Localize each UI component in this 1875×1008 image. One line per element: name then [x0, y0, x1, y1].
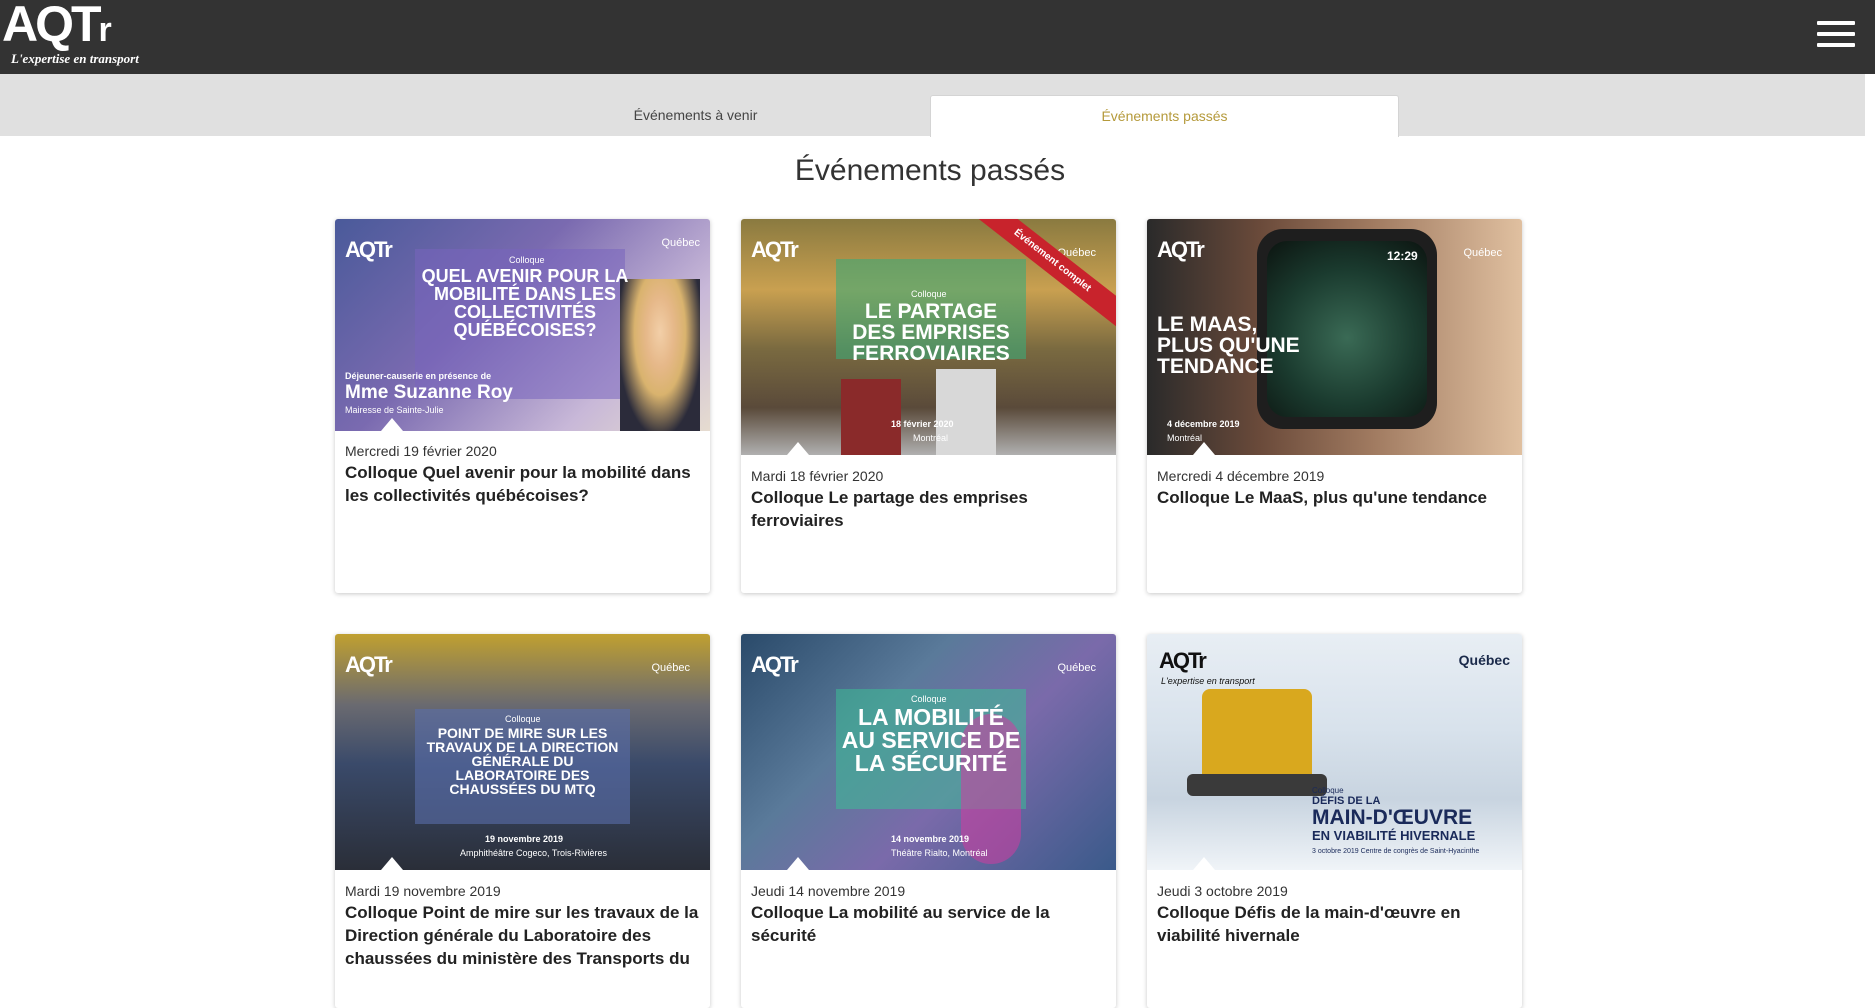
- image-footer: 3 octobre 2019 Centre de congrès de Sain…: [1312, 848, 1480, 855]
- event-date: Mardi 18 février 2020: [751, 468, 884, 484]
- image-heading: Le MaaS, plus qu'une tendance: [1157, 313, 1300, 378]
- tab-past-events[interactable]: Événements passés: [930, 95, 1399, 137]
- image-quebec-logo: Québec: [651, 662, 690, 674]
- event-card[interactable]: AQTr Québec Colloque Point de mire sur l…: [335, 634, 710, 1008]
- image-quebec-logo: Québec: [661, 237, 700, 249]
- image-small-label: Colloque: [509, 255, 545, 265]
- event-title[interactable]: Colloque La mobilité au service de la sé…: [751, 901, 1106, 947]
- image-aqtr-logo: AQTr: [751, 237, 799, 262]
- event-date: Jeudi 3 octobre 2019: [1157, 883, 1288, 899]
- logo-wordmark: AQTr: [2, 0, 112, 52]
- image-guest-intro: Déjeuner-causerie en présence de: [345, 371, 492, 381]
- tab-upcoming-events[interactable]: Événements à venir: [463, 95, 928, 136]
- image-guest-name: Mme Suzanne Roy: [345, 382, 513, 403]
- event-title[interactable]: Colloque Le MaaS, plus qu'une tendance: [1157, 486, 1512, 509]
- event-date: Mardi 19 novembre 2019: [345, 883, 501, 899]
- event-card[interactable]: AQTr Québec Colloque Quel avenir pour la…: [335, 219, 710, 593]
- event-date: Mercredi 4 décembre 2019: [1157, 468, 1325, 484]
- image-small-label: Colloque: [911, 289, 947, 299]
- image-heading-bottom: en viabilité hivernale: [1312, 828, 1476, 843]
- image-aqtr-logo: AQTr: [345, 652, 393, 677]
- event-card[interactable]: AQTr Québec Colloque La mobilité au serv…: [741, 634, 1116, 1008]
- event-image: AQTr Québec Colloque La mobilité au serv…: [741, 634, 1116, 870]
- event-card[interactable]: AQTr L'expertise en transport Québec Col…: [1147, 634, 1522, 1008]
- hamburger-menu-icon[interactable]: [1817, 21, 1855, 51]
- events-tab-bar: Événements à venir Événements passés: [0, 74, 1865, 137]
- aqtr-logo[interactable]: AQTr L'expertise en transport: [2, 0, 172, 74]
- image-event-date: 18 février 2020: [891, 419, 954, 429]
- image-small-label: Colloque: [911, 694, 947, 704]
- image-event-date: 4 décembre 2019: [1167, 419, 1240, 429]
- event-title[interactable]: Colloque Le partage des emprises ferrovi…: [751, 486, 1106, 532]
- image-event-place: Théâtre Rialto, Montréal: [891, 848, 988, 858]
- image-event-date: 19 novembre 2019: [485, 834, 564, 844]
- event-image: 12:29 AQTr Québec Le MaaS, plus qu'une t…: [1147, 219, 1522, 455]
- event-image: AQTr Québec Colloque Le partage des empr…: [741, 219, 1116, 455]
- image-event-place: Montréal: [913, 433, 949, 443]
- event-image: AQTr L'expertise en transport Québec Col…: [1147, 634, 1522, 870]
- image-guest-role: Mairesse de Sainte-Julie: [345, 405, 444, 415]
- event-date: Jeudi 14 novembre 2019: [751, 883, 906, 899]
- event-title[interactable]: Colloque Quel avenir pour la mobilité da…: [345, 461, 700, 507]
- image-quebec-logo: Québec: [1458, 652, 1510, 668]
- event-image: AQTr Québec Colloque Quel avenir pour la…: [335, 219, 710, 431]
- image-aqtr-logo: AQTr: [751, 652, 799, 677]
- image-aqtr-logo: AQTr: [1157, 237, 1205, 262]
- event-title[interactable]: Colloque Défis de la main-d'œuvre en via…: [1157, 901, 1512, 947]
- image-aqtr-tagline: L'expertise en transport: [1161, 676, 1255, 686]
- image-aqtr-logo: AQTr: [1159, 648, 1207, 673]
- event-image: AQTr Québec Colloque Point de mire sur l…: [335, 634, 710, 870]
- event-card[interactable]: 12:29 AQTr Québec Le MaaS, plus qu'une t…: [1147, 219, 1522, 593]
- image-heading: Le partage des emprises ferroviaires: [852, 300, 1010, 365]
- page-title: Événements passés: [794, 154, 1066, 187]
- logo-tagline: L'expertise en transport: [11, 51, 139, 66]
- watch-clock: 12:29: [1387, 249, 1418, 263]
- event-title[interactable]: Colloque Point de mire sur les travaux d…: [345, 901, 700, 970]
- image-heading: Point de mire sur les travaux de la dire…: [426, 725, 619, 797]
- guest-portrait: [620, 279, 700, 431]
- image-small-label: Colloque: [1312, 786, 1344, 795]
- event-card[interactable]: AQTr Québec Colloque Le partage des empr…: [741, 219, 1116, 593]
- image-event-place: Amphithéâtre Cogeco, Trois-Rivières: [460, 848, 608, 858]
- event-date: Mercredi 19 février 2020: [345, 443, 497, 459]
- image-heading: Quel avenir pour la mobilité dans les co…: [421, 266, 629, 340]
- image-quebec-logo: Québec: [1057, 662, 1096, 674]
- image-event-date: 14 novembre 2019: [891, 834, 970, 844]
- image-aqtr-logo: AQTr: [345, 237, 393, 262]
- image-heading: La mobilité au service de la sécurité: [841, 704, 1021, 776]
- image-quebec-logo: Québec: [1463, 247, 1502, 259]
- image-small-label: Colloque: [505, 714, 541, 724]
- top-navigation-bar: AQTr L'expertise en transport: [0, 0, 1875, 74]
- snow-vehicle-shape: [1202, 689, 1312, 784]
- image-heading-main: Main-d'œuvre: [1312, 806, 1473, 829]
